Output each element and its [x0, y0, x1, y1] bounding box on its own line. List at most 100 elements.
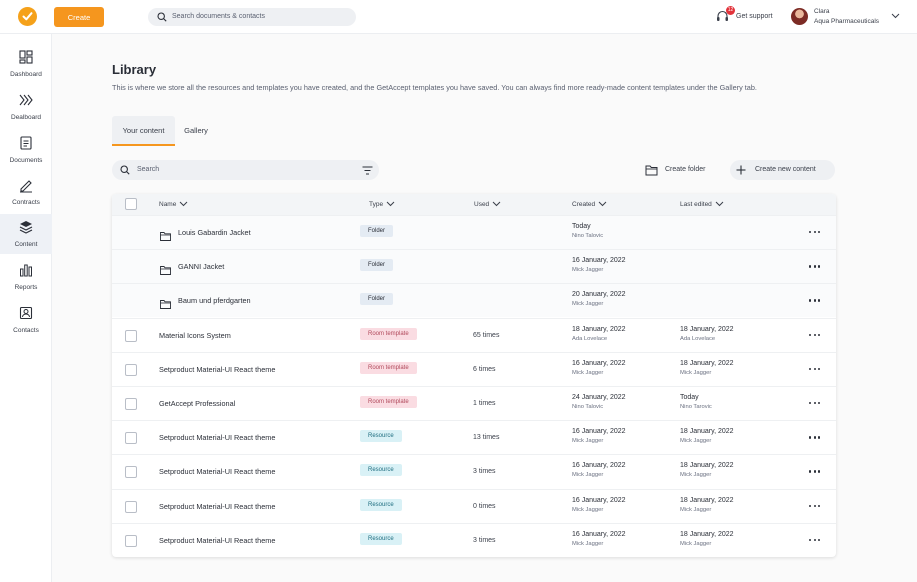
row-created-by: Mick Jagger — [572, 540, 604, 547]
row-edited-by: Ada Lovelace — [680, 335, 716, 342]
row-created-date: 24 January, 2022 — [572, 394, 626, 401]
type-badge: Resource — [360, 532, 402, 545]
row-name[interactable]: GetAccept Professional — [159, 399, 235, 408]
row-name[interactable]: Setproduct Material-UI React theme — [159, 467, 275, 476]
more-options-icon[interactable] — [809, 535, 823, 545]
row-name[interactable]: Setproduct Material-UI React theme — [159, 536, 275, 545]
row-edited-date: 18 January, 2022 — [680, 462, 734, 470]
dealboard-icon — [19, 94, 33, 106]
row-used-count: 3 times — [473, 536, 496, 544]
contacts-icon — [19, 306, 33, 320]
sidebar-item-reports[interactable]: Reports — [0, 257, 52, 297]
table-row[interactable]: Setproduct Material-UI React theme Resour… — [112, 420, 836, 454]
column-header-type[interactable]: Type — [369, 201, 395, 208]
type-badge: Resource — [360, 498, 402, 511]
row-used-count: 6 times — [473, 365, 496, 373]
row-name[interactable]: GANNI Jacket — [178, 262, 224, 271]
type-badge: Resource — [360, 430, 402, 443]
row-edited-date: 18 January, 2022 — [680, 496, 734, 504]
create-folder-button[interactable]: Create folder — [640, 160, 720, 180]
more-options-icon[interactable] — [809, 295, 823, 305]
bar-chart-icon — [20, 264, 32, 277]
getaccept-logo-icon[interactable] — [18, 7, 37, 26]
user-name: Clara — [814, 8, 830, 15]
row-edited-by: Mick Jagger — [680, 506, 712, 513]
type-badge: Folder — [360, 259, 394, 272]
row-created-date: 16 January, 2022 — [572, 428, 626, 436]
more-options-icon[interactable] — [809, 261, 823, 271]
table-row[interactable]: Setproduct Material-UI React theme Resour… — [112, 488, 836, 523]
sidebar-item-content[interactable]: Content — [0, 214, 52, 254]
user-organization: Aqua Pharmaceuticals — [814, 18, 880, 25]
tab-your-content[interactable]: Your content — [112, 116, 175, 146]
row-checkbox[interactable] — [125, 534, 137, 547]
more-options-icon[interactable] — [809, 364, 823, 374]
row-name[interactable]: Material Icons System — [159, 331, 231, 340]
column-header-last-edited[interactable]: Last edited — [680, 201, 724, 208]
row-created-date: 18 January, 2022 — [572, 325, 626, 333]
sidebar-item-label: Contracts — [12, 199, 40, 206]
tab-gallery[interactable]: Gallery — [176, 116, 216, 146]
more-options-icon[interactable] — [809, 398, 823, 408]
row-created-by: Nino Talovic — [572, 233, 604, 239]
row-edited-by: Mick Jagger — [680, 540, 712, 547]
row-checkbox[interactable] — [125, 466, 137, 479]
row-edited-date: 18 January, 2022 — [680, 530, 734, 538]
table-row[interactable]: Material Icons System Room template 65 tim… — [112, 317, 836, 352]
filter-icon[interactable] — [362, 166, 373, 175]
table-row[interactable]: Setproduct Material-UI React theme Room t… — [112, 351, 836, 386]
sidebar-item-contracts[interactable]: Contracts — [0, 172, 52, 212]
row-edited-by: Mick Jagger — [680, 472, 712, 479]
row-name[interactable]: Baum und pferdgarten — [178, 296, 251, 305]
row-edited-date: 18 January, 2022 — [680, 325, 734, 333]
column-header-used[interactable]: Used — [474, 201, 501, 208]
table-row[interactable]: Setproduct Material-UI React theme Resour… — [112, 522, 836, 557]
support-badge: 12 — [726, 6, 735, 15]
column-header-created[interactable]: Created — [572, 201, 607, 208]
chevron-down-icon — [598, 201, 607, 207]
row-checkbox[interactable] — [125, 363, 137, 376]
row-created-by: Nino Talovic — [572, 404, 604, 410]
more-options-icon[interactable] — [809, 330, 823, 340]
folder-icon — [160, 296, 171, 314]
row-used-count: 65 times — [473, 331, 500, 339]
sidebar-item-dashboard[interactable]: Dashboard — [0, 44, 52, 84]
table-row[interactable]: GetAccept Professional Room template 1 tim… — [112, 386, 836, 420]
table-row[interactable]: Baum und pferdgarten Folder 20 January, 20… — [112, 283, 836, 318]
row-name[interactable]: Louis Gabardin Jacket — [178, 228, 251, 237]
table-row[interactable]: Setproduct Material-UI React theme Resour… — [112, 454, 836, 488]
row-name[interactable]: Setproduct Material-UI React theme — [159, 433, 275, 442]
row-created-by: Mick Jagger — [572, 267, 604, 274]
row-checkbox[interactable] — [125, 398, 137, 410]
select-all-checkbox[interactable] — [125, 198, 137, 210]
row-checkbox[interactable] — [125, 329, 137, 342]
more-options-icon[interactable] — [809, 466, 823, 476]
get-support-button[interactable]: 12 Get support — [715, 6, 777, 25]
sidebar-item-contacts[interactable]: Contacts — [0, 300, 52, 340]
user-avatar[interactable] — [791, 8, 808, 25]
row-edited-by: Mick Jagger — [680, 438, 712, 445]
sidebar-item-dealboard[interactable]: Dealboard — [0, 87, 52, 127]
row-edited-date: Today — [680, 394, 699, 401]
create-new-content-button[interactable]: Create new content — [730, 160, 835, 180]
type-badge: Folder — [360, 225, 394, 237]
sidebar-item-label: Dashboard — [10, 71, 42, 78]
pen-icon — [20, 180, 32, 193]
chevron-down-icon[interactable] — [891, 13, 900, 19]
row-used-count: 13 times — [473, 434, 500, 442]
sidebar-item-documents[interactable]: Documents — [0, 130, 52, 170]
table-row[interactable]: GANNI Jacket Folder 16 January, 2022 Mick J… — [112, 249, 836, 284]
row-checkbox[interactable] — [125, 432, 137, 445]
folder-icon — [160, 262, 171, 280]
global-search-input[interactable]: Search documents & contacts — [148, 8, 356, 26]
more-options-icon[interactable] — [809, 432, 823, 442]
row-name[interactable]: Setproduct Material-UI React theme — [159, 502, 275, 511]
create-button[interactable]: Create — [54, 7, 104, 27]
column-header-name[interactable]: Name — [159, 201, 188, 208]
more-options-icon[interactable] — [809, 501, 823, 511]
library-search-input[interactable]: Search — [112, 160, 379, 180]
row-checkbox[interactable] — [125, 500, 137, 513]
row-name[interactable]: Setproduct Material-UI React theme — [159, 365, 275, 374]
table-row[interactable]: Louis Gabardin Jacket Folder Today Nino Tal… — [112, 215, 836, 249]
more-options-icon[interactable] — [809, 227, 823, 237]
